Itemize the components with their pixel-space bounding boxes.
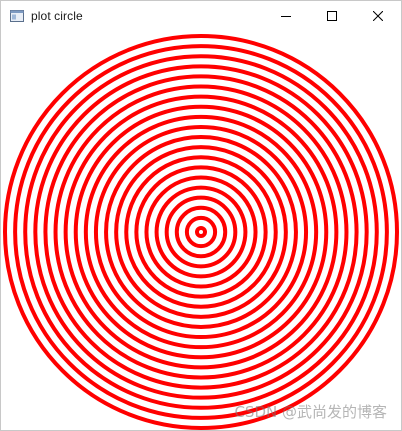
close-icon bbox=[373, 11, 383, 21]
circle-ring-16 bbox=[43, 74, 359, 390]
app-window: plot circle CSDN @武尚发的博客 bbox=[0, 0, 402, 431]
window-app-icon[interactable] bbox=[9, 8, 25, 24]
window-controls bbox=[263, 1, 401, 31]
maximize-button[interactable] bbox=[309, 1, 355, 31]
circle-ring-3 bbox=[174, 205, 228, 259]
window-title: plot circle bbox=[31, 9, 83, 23]
circle-ring-12 bbox=[83, 114, 319, 350]
circle-ring-8 bbox=[124, 155, 278, 309]
minimize-icon bbox=[281, 16, 291, 17]
title-bar[interactable]: plot circle bbox=[1, 1, 401, 31]
close-button[interactable] bbox=[355, 1, 401, 31]
circle-ring-5 bbox=[154, 185, 248, 279]
circle-ring-15 bbox=[53, 84, 349, 380]
circle-ring-9 bbox=[114, 145, 288, 319]
circle-ring-6 bbox=[144, 175, 258, 289]
plot-canvas bbox=[1, 31, 401, 430]
circle-ring-18 bbox=[23, 54, 379, 410]
maximize-icon bbox=[327, 11, 337, 21]
concentric-circles-plot bbox=[3, 34, 399, 430]
circle-ring-1 bbox=[195, 226, 207, 238]
minimize-button[interactable] bbox=[263, 1, 309, 31]
circle-ring-2 bbox=[184, 215, 218, 249]
circle-ring-19 bbox=[13, 44, 389, 420]
circle-ring-13 bbox=[73, 104, 329, 360]
